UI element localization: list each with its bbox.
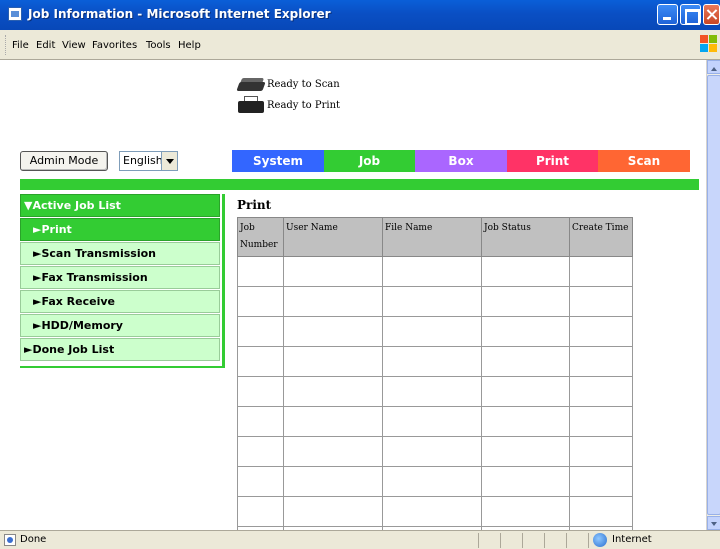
tab-print[interactable]: Print — [507, 150, 598, 172]
title-bar[interactable]: Job Information - Microsoft Internet Exp… — [0, 0, 720, 30]
page-content: Ready to Scan Ready to Print Admin Mode … — [0, 60, 706, 530]
menu-help[interactable]: Help — [178, 40, 201, 51]
status-text: Done — [20, 534, 47, 545]
page-done-icon — [4, 534, 16, 546]
sidebar-item-scan-transmission[interactable]: ►Scan Transmission — [20, 242, 220, 265]
menu-tools[interactable]: Tools — [146, 40, 171, 51]
job-table: Job Number User Name File Name Job Statu… — [237, 217, 633, 530]
windows-logo-icon — [698, 33, 718, 53]
table-row — [237, 316, 633, 347]
sidebar: ▼Active Job List ►Print ►Scan Transmissi… — [20, 194, 225, 434]
sidebar-item-fax-receive[interactable]: ►Fax Receive — [20, 290, 220, 313]
nav-divider — [20, 179, 699, 190]
menu-view[interactable]: View — [62, 40, 86, 51]
window-title: Job Information - Microsoft Internet Exp… — [28, 7, 331, 21]
sidebar-item-print[interactable]: ►Print — [20, 218, 220, 241]
menu-edit[interactable]: Edit — [36, 40, 55, 51]
toolbar-grip[interactable] — [5, 35, 8, 55]
ie-page-icon — [8, 7, 22, 21]
vertical-scrollbar[interactable] — [706, 60, 720, 530]
sidebar-item-active-job-list[interactable]: ▼Active Job List — [20, 194, 220, 217]
tab-system[interactable]: System — [232, 150, 324, 172]
tab-job[interactable]: Job — [324, 150, 415, 172]
language-select[interactable]: English — [119, 151, 178, 171]
table-row — [237, 376, 633, 407]
internet-zone-icon — [593, 533, 607, 547]
tab-box[interactable]: Box — [415, 150, 507, 172]
column-header-file-name[interactable]: File Name — [382, 217, 482, 257]
status-bar: Done Internet — [0, 530, 720, 549]
security-zone-label: Internet — [612, 534, 652, 545]
minimize-button[interactable] — [657, 4, 678, 25]
column-header-job-number[interactable]: Job Number — [237, 217, 284, 257]
sidebar-item-hdd-memory[interactable]: ►HDD/Memory — [20, 314, 220, 337]
print-status: Ready to Print — [267, 100, 341, 111]
column-header-create-time[interactable]: Create Time — [569, 217, 633, 257]
scroll-down-icon[interactable] — [707, 516, 720, 530]
table-row — [237, 406, 633, 437]
sidebar-border — [222, 194, 225, 368]
scroll-up-icon[interactable] — [707, 60, 720, 74]
menu-favorites[interactable]: Favorites — [92, 40, 137, 51]
language-value: English — [123, 154, 163, 167]
table-row — [237, 346, 633, 377]
table-row — [237, 436, 633, 467]
table-row — [237, 286, 633, 317]
column-header-job-status[interactable]: Job Status — [481, 217, 570, 257]
table-row — [237, 256, 633, 287]
scan-status: Ready to Scan — [267, 79, 340, 90]
close-button[interactable] — [703, 4, 720, 25]
sidebar-item-done-job-list[interactable]: ►Done Job List — [20, 338, 220, 361]
scroll-thumb[interactable] — [707, 75, 720, 515]
menu-bar: File Edit View Favorites Tools Help — [0, 30, 720, 60]
menu-file[interactable]: File — [12, 40, 29, 51]
column-header-user-name[interactable]: User Name — [283, 217, 383, 257]
maximize-button[interactable] — [680, 4, 701, 25]
chevron-down-icon[interactable] — [161, 152, 177, 170]
table-row — [237, 466, 633, 497]
sidebar-item-fax-transmission[interactable]: ►Fax Transmission — [20, 266, 220, 289]
scanner-icon — [236, 78, 266, 92]
printer-icon — [238, 96, 264, 114]
table-row — [237, 496, 633, 527]
admin-mode-button[interactable]: Admin Mode — [20, 151, 108, 171]
sidebar-border-bottom — [20, 366, 225, 368]
tab-scan[interactable]: Scan — [598, 150, 690, 172]
section-title: Print — [237, 198, 272, 212]
